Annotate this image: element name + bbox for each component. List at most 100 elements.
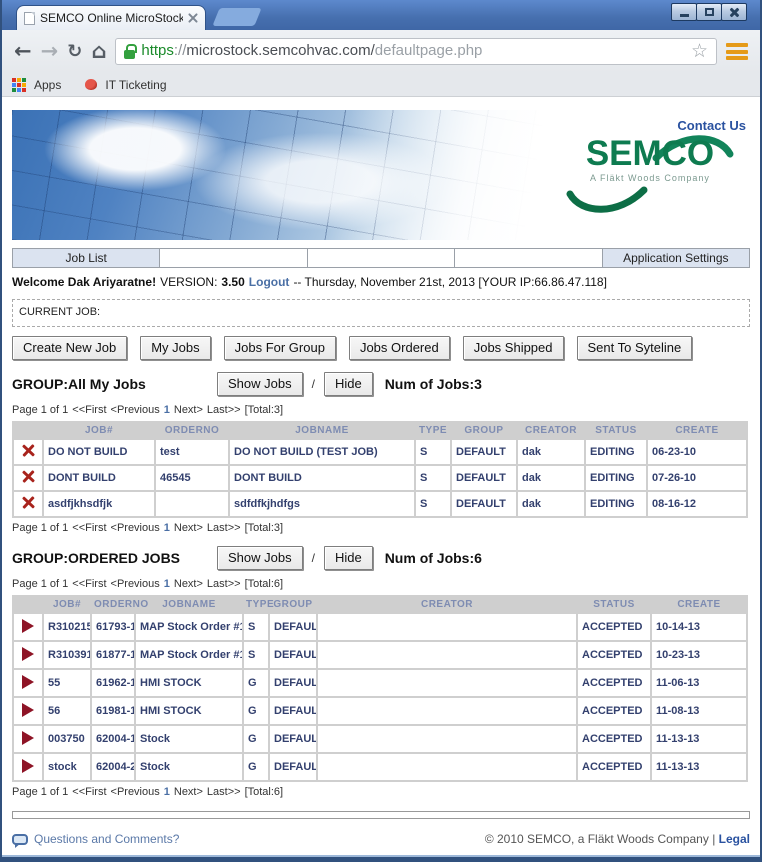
previous-link[interactable]: <Previous [111, 522, 160, 534]
last-link[interactable]: Last>> [207, 404, 241, 416]
cell-status: EDITING [585, 465, 647, 491]
first-link[interactable]: <<First [72, 786, 106, 798]
cell-creator [317, 669, 577, 697]
nav-tab-empty-1 [159, 248, 307, 268]
building-photo [12, 110, 572, 240]
questions-comments-link[interactable]: Questions and Comments? [12, 832, 179, 846]
col-jobname: JOBNAME [135, 596, 243, 613]
cell-group: DEFAULT [269, 753, 317, 781]
table-row: DO NOT BUILD test DO NOT BUILD (TEST JOB… [13, 439, 747, 465]
cell-jobname: MAP Stock Order #13-23 [135, 641, 243, 669]
hide-button[interactable]: Hide [324, 546, 373, 570]
url-protocol: https [141, 42, 174, 59]
cell-jobname: Stock [135, 753, 243, 781]
cell-jobname: HMI STOCK [135, 669, 243, 697]
browser-window: SEMCO Online MicroStock Or ← → ↻ ⌂ https… [0, 0, 762, 862]
close-icon [729, 7, 740, 18]
cell-orderno: 61877-1 [91, 641, 135, 669]
cell-type: G [243, 753, 269, 781]
jobs-for-group-button[interactable]: Jobs For Group [224, 336, 336, 360]
show-jobs-button[interactable]: Show Jobs [217, 372, 303, 396]
open-job-button[interactable] [13, 669, 43, 697]
current-job-label: CURRENT JOB: [19, 306, 100, 318]
delete-job-button[interactable] [13, 491, 43, 517]
browser-tab[interactable]: SEMCO Online MicroStock Or [16, 5, 206, 30]
reload-icon[interactable]: ↻ [67, 43, 82, 61]
cell-group: DEFAULT [451, 491, 517, 517]
previous-link[interactable]: <Previous [111, 578, 160, 590]
apps-grid-icon[interactable] [12, 78, 26, 92]
sent-to-syteline-button[interactable]: Sent To Syteline [577, 336, 693, 360]
open-job-button[interactable] [13, 613, 43, 641]
icon-column-header [13, 596, 43, 613]
cell-orderno [155, 491, 229, 517]
show-jobs-button[interactable]: Show Jobs [217, 546, 303, 570]
logout-link[interactable]: Logout [249, 275, 290, 289]
my-jobs-button[interactable]: My Jobs [140, 336, 210, 360]
bookmark-apps[interactable]: Apps [34, 78, 61, 92]
nav-tab-application-settings[interactable]: Application Settings [602, 248, 750, 268]
cell-creator: dak [517, 491, 585, 517]
bookmark-it-ticketing[interactable]: IT Ticketing [105, 78, 166, 92]
previous-link[interactable]: <Previous [111, 786, 160, 798]
first-link[interactable]: <<First [72, 522, 106, 534]
address-bar[interactable]: https://microstock.semcohvac.com/default… [115, 38, 717, 65]
forward-icon[interactable]: → [41, 41, 59, 62]
last-link[interactable]: Last>> [207, 786, 241, 798]
first-link[interactable]: <<First [72, 404, 106, 416]
tab-close-icon[interactable] [188, 13, 198, 23]
cell-create: 11-08-13 [651, 697, 747, 725]
minimize-button[interactable] [671, 3, 697, 21]
current-job-box: CURRENT JOB: [12, 299, 750, 327]
open-job-button[interactable] [13, 641, 43, 669]
cell-jobname: MAP Stock Order #13-22 [135, 613, 243, 641]
previous-link[interactable]: <Previous [111, 404, 160, 416]
cell-type: G [243, 697, 269, 725]
next-link[interactable]: Next> [174, 786, 203, 798]
cell-job: R310391 [43, 641, 91, 669]
col-group: GROUP [269, 596, 317, 613]
close-button[interactable] [721, 3, 747, 21]
group-title: GROUP:All My Jobs [12, 376, 208, 392]
page-label: Page 1 of 1 [12, 522, 68, 534]
status-badge: ACCEPTED [577, 641, 651, 669]
back-icon[interactable]: ← [14, 41, 32, 62]
delete-job-button[interactable] [13, 439, 43, 465]
next-link[interactable]: Next> [174, 578, 203, 590]
last-link[interactable]: Last>> [207, 578, 241, 590]
url-path: defaultpage.php [375, 42, 483, 59]
table-row: 003750 62004-1 Stock G DEFAULT ACCEPTED … [13, 725, 747, 753]
open-job-button[interactable] [13, 753, 43, 781]
maximize-icon [705, 8, 714, 16]
url-text[interactable]: https://microstock.semcohvac.com/default… [141, 42, 685, 59]
separator: / [312, 551, 315, 565]
status-badge: ACCEPTED [577, 669, 651, 697]
new-tab-button[interactable] [212, 8, 261, 26]
next-link[interactable]: Next> [174, 404, 203, 416]
bookmark-star-icon[interactable]: ☆ [691, 42, 708, 61]
cell-orderno: 61981-1 [91, 697, 135, 725]
table-row: 56 61981-1 HMI STOCK G DEFAULT ACCEPTED … [13, 697, 747, 725]
last-link[interactable]: Last>> [207, 522, 241, 534]
jobs-shipped-button[interactable]: Jobs Shipped [463, 336, 564, 360]
open-job-button[interactable] [13, 697, 43, 725]
secure-lock-icon[interactable] [124, 50, 135, 59]
delete-job-button[interactable] [13, 465, 43, 491]
maximize-button[interactable] [696, 3, 722, 21]
create-new-job-button[interactable]: Create New Job [12, 336, 127, 360]
first-link[interactable]: <<First [72, 578, 106, 590]
cell-orderno: 62004-1 [91, 725, 135, 753]
cell-group: DEFAULT [269, 641, 317, 669]
cell-jobname: HMI STOCK [135, 697, 243, 725]
next-link[interactable]: Next> [174, 522, 203, 534]
minimize-icon [680, 14, 689, 17]
hide-button[interactable]: Hide [324, 372, 373, 396]
chrome-menu-icon[interactable] [726, 43, 748, 60]
table-row: R310391 61877-1 MAP Stock Order #13-23 S… [13, 641, 747, 669]
horizontal-divider [12, 811, 750, 819]
jobs-ordered-button[interactable]: Jobs Ordered [349, 336, 450, 360]
open-job-button[interactable] [13, 725, 43, 753]
legal-link[interactable]: Legal [719, 832, 750, 846]
home-icon[interactable]: ⌂ [91, 41, 106, 62]
nav-tab-job-list[interactable]: Job List [12, 248, 160, 268]
